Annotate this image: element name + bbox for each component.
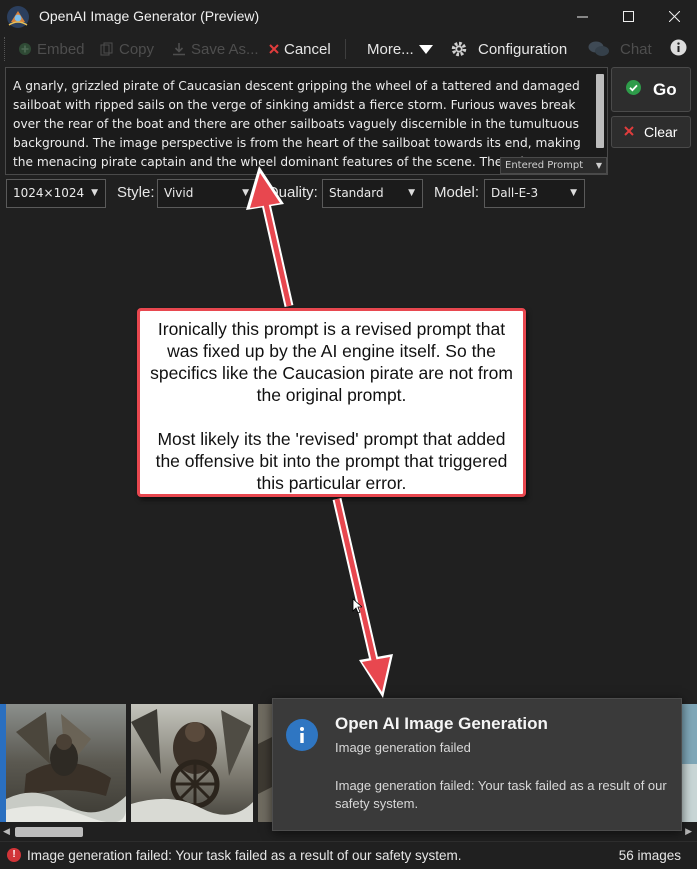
minimize-button[interactable] <box>559 0 605 33</box>
close-button[interactable] <box>651 0 697 33</box>
cancel-x-icon <box>268 41 280 57</box>
toast-subtitle: Image generation failed <box>335 740 471 755</box>
cancel-button[interactable]: Cancel <box>268 37 331 61</box>
copy-icon <box>99 41 115 57</box>
quality-label: Quality: <box>267 184 318 201</box>
clear-button[interactable]: Clear <box>611 116 691 148</box>
annotation-paragraph: Most likely its the 'revised' prompt tha… <box>155 429 508 493</box>
quality-value: Standard <box>329 186 384 200</box>
thumbnail-image[interactable] <box>6 704 126 822</box>
clear-label: Clear <box>644 124 678 140</box>
copy-label: Copy <box>119 40 155 58</box>
status-bar: ! Image generation failed: Your task fai… <box>0 841 697 869</box>
copy-button[interactable]: Copy <box>99 37 154 61</box>
toast-message: Image generation failed: Your task faile… <box>335 778 667 811</box>
mouse-cursor-icon <box>352 598 362 614</box>
more-dropdown[interactable]: More... <box>367 37 433 61</box>
style-value: Vivid <box>164 186 194 200</box>
error-icon: ! <box>7 848 21 862</box>
image-count: 56 images <box>618 848 681 863</box>
checkmark-icon <box>626 79 641 100</box>
go-label: Go <box>653 79 677 99</box>
info-icon <box>670 39 687 60</box>
app-logo-icon <box>7 6 29 28</box>
scroll-right-arrow-icon[interactable]: ▶ <box>685 826 692 837</box>
prompt-mode-dropdown[interactable]: Entered Prompt ▼ <box>500 157 607 174</box>
toolbar: Embed Copy Save As... Cancel More... Con… <box>0 33 697 64</box>
style-label: Style: <box>117 184 155 201</box>
go-button[interactable]: Go <box>611 67 691 112</box>
clear-x-icon <box>624 123 634 141</box>
configuration-button[interactable]: Configuration <box>450 37 567 61</box>
toolbar-grip[interactable] <box>4 37 7 61</box>
chevron-down-icon: ▼ <box>595 161 602 170</box>
size-select[interactable]: 1024×1024 ▼ <box>6 179 106 208</box>
configuration-label: Configuration <box>478 40 568 58</box>
download-icon <box>171 41 187 57</box>
more-label: More... <box>367 40 414 58</box>
embed-label: Embed <box>37 40 85 58</box>
style-select[interactable]: Vivid ▼ <box>157 179 257 208</box>
chat-bubbles-icon <box>588 41 610 57</box>
model-value: Dall-E-3 <box>491 186 539 200</box>
chat-label: Chat <box>620 40 652 58</box>
chevron-down-icon <box>418 41 433 58</box>
toast-notification[interactable]: Open AI Image Generation Image generatio… <box>272 698 682 831</box>
status-message: Image generation failed: Your task faile… <box>27 848 462 863</box>
prompt-scrollbar-thumb[interactable] <box>596 74 604 148</box>
gear-icon <box>450 40 468 58</box>
save-as-button[interactable]: Save As... <box>171 37 259 61</box>
embed-plus-icon <box>17 41 33 57</box>
minimize-icon <box>576 16 588 18</box>
maximize-button[interactable] <box>605 0 651 33</box>
close-icon <box>668 11 680 22</box>
maximize-icon <box>622 11 634 22</box>
embed-button[interactable]: Embed <box>17 37 85 61</box>
toolbar-separator <box>345 39 346 59</box>
model-label: Model: <box>434 184 480 201</box>
size-value: 1024×1024 <box>13 186 85 200</box>
chevron-down-icon: ▼ <box>570 188 577 198</box>
prompt-mode-label: Entered Prompt <box>505 160 584 171</box>
title-bar: OpenAI Image Generator (Preview) <box>0 0 697 33</box>
thumbnail-scrollbar-thumb[interactable] <box>15 827 83 837</box>
annotation-callout: Ironically this prompt is a revised prom… <box>137 308 526 497</box>
thumbnail-image[interactable] <box>131 704 253 822</box>
chat-button[interactable]: Chat <box>588 37 652 61</box>
quality-select[interactable]: Standard ▼ <box>322 179 423 208</box>
window-title: OpenAI Image Generator (Preview) <box>39 8 260 24</box>
cancel-label: Cancel <box>284 40 331 58</box>
chevron-down-icon: ▼ <box>408 188 415 198</box>
info-icon <box>286 719 318 751</box>
save-as-label: Save As... <box>191 40 259 58</box>
scroll-left-arrow-icon[interactable]: ◀ <box>3 826 10 837</box>
chevron-down-icon: ▼ <box>91 188 98 198</box>
toast-title: Open AI Image Generation <box>335 714 548 733</box>
model-select[interactable]: Dall-E-3 ▼ <box>484 179 585 208</box>
annotation-paragraph: Ironically this prompt is a revised prom… <box>150 319 513 405</box>
about-button[interactable] <box>670 37 687 61</box>
thumbnail-image[interactable] <box>682 704 697 822</box>
chevron-down-icon: ▼ <box>242 188 249 198</box>
